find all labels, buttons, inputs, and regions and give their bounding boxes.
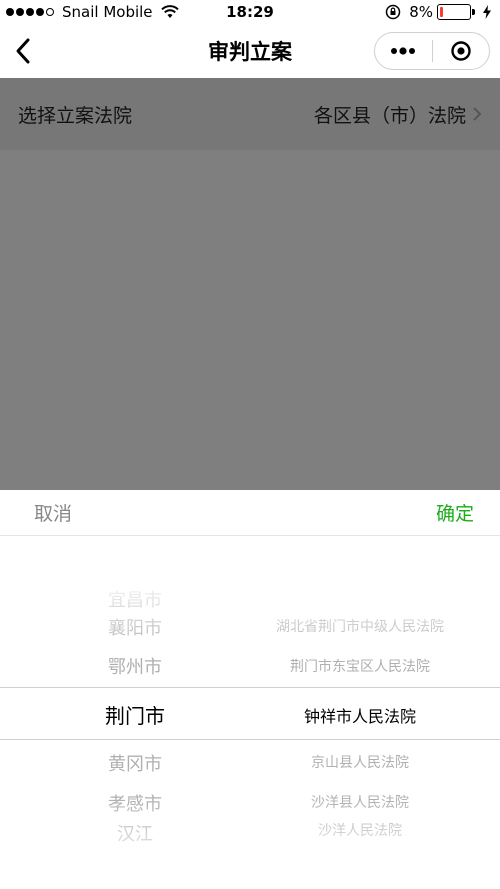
court-select-label: 选择立案法院 [18,104,133,127]
modal-overlay[interactable]: 选择立案法院 各区县（市）法院 [0,78,500,490]
city-item[interactable]: 孝感市 [40,790,230,816]
court-picker: 取消 确定 宜昌市 襄阳市 鄂州市 荆门市 黄冈市 孝感市 汉江 湖北省荆门市中… [0,490,500,889]
target-circle-icon [451,41,471,61]
court-item[interactable]: 湖北省荆门市中级人民法院 [230,616,490,636]
court-select-value-wrap: 各区县（市）法院 [314,101,482,128]
close-miniprogram-button[interactable] [433,33,490,69]
nav-bar: 审判立案 [0,26,500,78]
city-item-selected[interactable]: 荆门市 [40,700,230,729]
court-select-value: 各区县（市）法院 [313,104,466,127]
city-item[interactable]: 鄂州市 [40,653,230,679]
rotation-lock-icon [385,4,401,20]
city-column[interactable]: 宜昌市 襄阳市 鄂州市 荆门市 黄冈市 孝感市 汉江 [40,536,230,889]
court-item[interactable]: 京山县人民法院 [230,752,490,772]
status-bar: Snail Mobile 18:29 8% [0,0,500,26]
city-item[interactable]: 汉江 [40,820,230,846]
cancel-button[interactable]: 取消 [34,499,72,526]
court-item[interactable]: 沙洋县人民法院 [230,792,490,812]
more-dots-icon [391,47,416,55]
charging-bolt-icon [483,5,491,19]
battery-percent: 8% [409,3,433,21]
status-right: 8% [385,3,492,21]
battery-icon [437,3,479,21]
city-item[interactable]: 宜昌市 [40,586,230,612]
chevron-right-icon [473,107,482,121]
battery-fill [440,7,443,17]
court-select-row[interactable]: 选择立案法院 各区县（市）法院 [0,78,500,150]
picker-columns: 宜昌市 襄阳市 鄂州市 荆门市 黄冈市 孝感市 汉江 湖北省荆门市中级人民法院 … [0,536,500,889]
court-column[interactable]: 湖北省荆门市中级人民法院 荆门市东宝区人民法院 钟祥市人民法院 京山县人民法院 … [230,536,490,889]
court-item[interactable]: 荆门市东宝区人民法院 [230,656,490,676]
miniprogram-capsule [374,32,490,70]
city-item[interactable]: 黄冈市 [40,750,230,776]
more-button[interactable] [375,33,432,69]
court-item-selected[interactable]: 钟祥市人民法院 [230,703,490,727]
picker-header: 取消 确定 [0,490,500,536]
city-item[interactable]: 襄阳市 [40,614,230,640]
confirm-button[interactable]: 确定 [436,499,474,526]
court-item[interactable]: 沙洋人民法院 [230,820,490,840]
